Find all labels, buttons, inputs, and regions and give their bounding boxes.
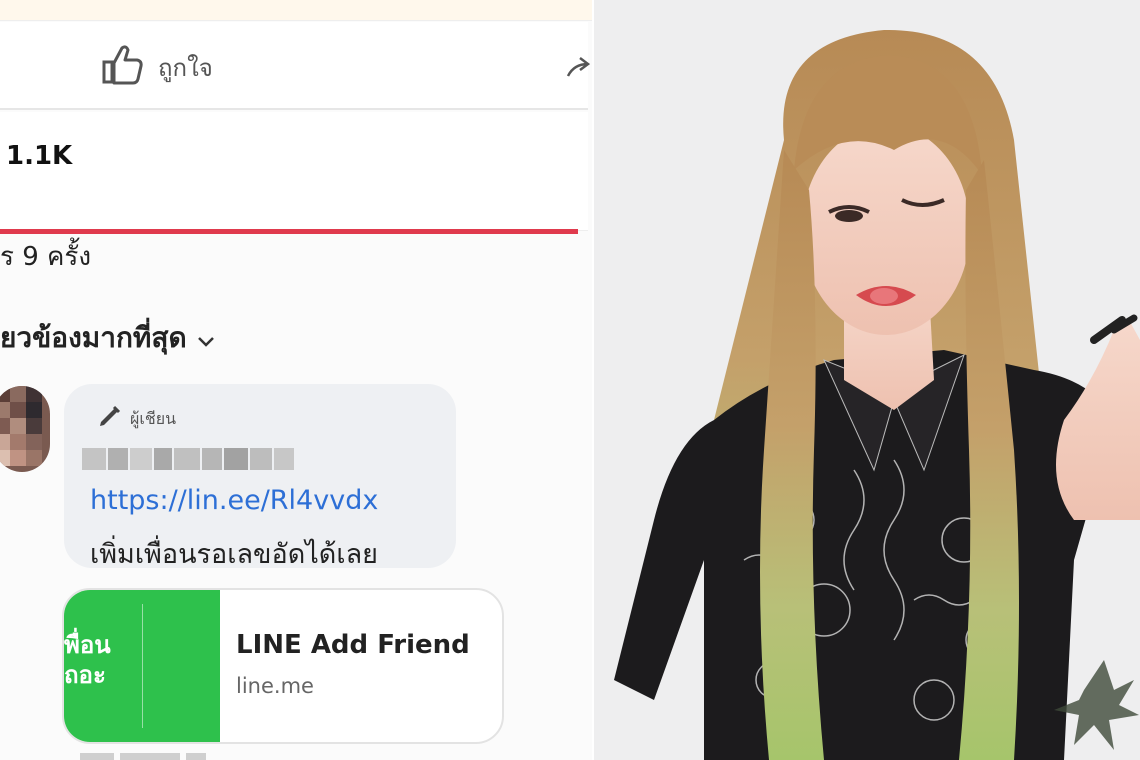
link-preview-card[interactable]: พื่อน ถอะ (62, 588, 504, 744)
highlight-strip (0, 198, 588, 231)
portrait-illustration (594, 0, 1140, 760)
avatar[interactable] (0, 386, 50, 472)
cropped-footer-text (80, 748, 280, 760)
portrait-photo (594, 0, 1140, 760)
thumb-divider (142, 604, 143, 728)
shares-count[interactable]: ร 9 ครั้ง (0, 236, 91, 277)
link-preview-domain: line.me (236, 674, 314, 698)
share-icon[interactable] (566, 56, 591, 80)
red-underline (0, 229, 578, 234)
comment-sort-dropdown[interactable]: ยวข้องมากที่สุด (0, 316, 215, 360)
like-label: ถูกใจ (158, 53, 213, 82)
thumbs-up-icon (100, 42, 146, 92)
author-badge-label: ผู้เชียน (130, 408, 177, 428)
thumb-text-1: พื่อน (64, 631, 111, 659)
reaction-count-bar (0, 112, 588, 200)
like-button[interactable]: ถูกใจ (100, 42, 213, 92)
blurred-commenter-name (82, 448, 300, 470)
link-preview-thumbnail: พื่อน ถอะ (64, 590, 220, 742)
top-strip (0, 0, 592, 21)
comment-message: เพิ่มเพื่อนรอเลขอัดได้เลย (90, 539, 378, 570)
facebook-comment-screenshot: ถูกใจ 1.1K ร 9 ครั้ง ยวข้องมากที่สุด ผู้… (0, 0, 592, 760)
reaction-count[interactable]: 1.1K (6, 141, 72, 171)
pen-icon (96, 404, 122, 434)
comment-link[interactable]: https://lin.ee/Rl4vvdx (90, 485, 378, 516)
link-preview-title[interactable]: LINE Add Friend (236, 630, 470, 660)
thumb-text-2: ถอะ (64, 661, 106, 689)
action-bar (0, 22, 588, 110)
author-badge: ผู้เชียน (96, 404, 176, 434)
chevron-down-icon (197, 322, 215, 355)
sort-label: ยวข้องมากที่สุด (0, 321, 187, 354)
